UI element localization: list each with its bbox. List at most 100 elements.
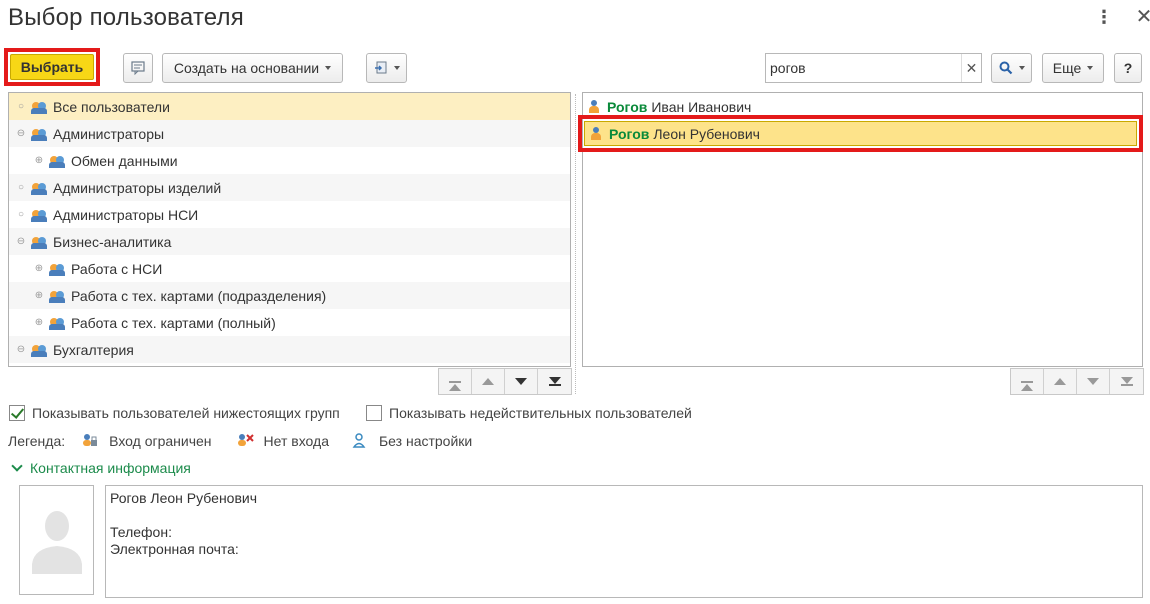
groups-tree[interactable]: ○ Все пользователи ⊖ Администраторы ⊕ Обмен д… [8, 92, 571, 367]
user-photo [19, 485, 94, 595]
tree-item-label: Работа с НСИ [71, 260, 163, 277]
select-button-frame: Выбрать [4, 48, 100, 86]
expand-icon[interactable]: ⊕ [33, 263, 45, 274]
select-button[interactable]: Выбрать [10, 54, 94, 80]
user-group-icon [49, 288, 65, 304]
help-button[interactable]: ? [1114, 53, 1142, 83]
selected-user-row[interactable]: Рогов Леон Рубенович [584, 121, 1137, 146]
move-to-top-button[interactable] [439, 369, 472, 394]
legend-item: Нет входа [236, 433, 329, 449]
legend-item-label: Нет входа [263, 433, 329, 449]
clear-search-icon[interactable]: ✕ [961, 54, 981, 82]
comment-button[interactable] [123, 53, 153, 83]
avatar-placeholder-icon [32, 511, 82, 574]
legend: Легенда: Вход ограничен Нет входа Без на… [8, 433, 472, 449]
tree-item-label: Бизнес-аналитика [53, 233, 172, 250]
tree-item-label: Бухгалтерия [53, 341, 134, 358]
tree-item[interactable]: ⊕ Работа с НСИ [9, 255, 570, 282]
no-setup-icon [351, 433, 369, 449]
more-vert-icon[interactable]: ⋮ [1092, 6, 1116, 30]
tree-item[interactable]: ⊖ Бизнес-аналитика [9, 228, 570, 255]
chevron-down-icon [11, 460, 23, 472]
import-button[interactable] [366, 53, 407, 83]
show-subgroups-label: Показывать пользователей нижестоящих гру… [32, 405, 340, 421]
user-group-icon [31, 342, 47, 358]
move-down-button[interactable] [505, 369, 538, 394]
search-button[interactable] [991, 53, 1032, 83]
user-match-text: Рогов [609, 125, 650, 142]
expand-icon[interactable]: ⊕ [33, 290, 45, 301]
move-up-button[interactable] [472, 369, 505, 394]
create-based-label: Создать на основании [173, 60, 320, 76]
move-to-bottom-button[interactable] [1110, 369, 1143, 394]
user-group-icon [31, 180, 47, 196]
login-restricted-icon [81, 433, 99, 449]
move-to-bottom-button[interactable] [538, 369, 571, 394]
tree-item-label: Администраторы изделий [53, 179, 222, 196]
show-subgroups-option[interactable]: Показывать пользователей нижестоящих гру… [9, 405, 340, 421]
contact-name: Рогов Леон Рубенович [110, 490, 258, 506]
tree-item[interactable]: ○ Администраторы изделий [9, 174, 570, 201]
search-field[interactable]: ✕ [765, 53, 982, 83]
user-group-icon [31, 99, 47, 115]
more-button[interactable]: Еще [1042, 53, 1104, 83]
tree-item[interactable]: ○ Администраторы НСИ [9, 201, 570, 228]
show-invalid-option[interactable]: Показывать недействительных пользователе… [366, 405, 692, 421]
tree-item-label: Обмен данными [71, 152, 178, 169]
legend-item-label: Вход ограничен [109, 433, 212, 449]
tree-item-label: Работа с тех. картами (подразделения) [71, 287, 327, 304]
contact-info-field[interactable]: Рогов Леон Рубенович Телефон: Электронна… [105, 485, 1143, 598]
tree-item[interactable]: ⊖ Администраторы [9, 120, 570, 147]
contact-info-toggle[interactable]: Контактная информация [10, 460, 191, 476]
no-login-icon [236, 433, 254, 449]
user-group-icon [31, 126, 47, 142]
show-subgroups-checkbox[interactable] [9, 405, 25, 421]
tree-item-label: Работа с тех. картами (полный) [71, 314, 276, 331]
close-icon[interactable]: ✕ [1132, 6, 1150, 30]
legend-label: Легенда: [8, 433, 66, 449]
search-icon [999, 61, 1012, 75]
page-title: Выбор пользователя [8, 4, 244, 31]
legend-item: Вход ограничен [81, 433, 212, 449]
move-up-button[interactable] [1044, 369, 1077, 394]
user-match-text: Рогов [607, 98, 648, 115]
user-group-icon [49, 261, 65, 277]
more-label: Еще [1052, 60, 1082, 76]
tree-item[interactable]: ○ Все пользователи [9, 93, 570, 120]
user-group-icon [49, 153, 65, 169]
user-name-text: Иван Иванович [651, 98, 752, 115]
tree-item-label: Все пользователи [53, 98, 170, 115]
selected-user-frame: Рогов Леон Рубенович [578, 115, 1143, 152]
user-icon [589, 99, 599, 114]
tree-item[interactable]: ⊖ Бухгалтерия [9, 336, 570, 363]
groups-nav-bar [438, 368, 572, 395]
expand-icon[interactable]: ⊕ [33, 317, 45, 328]
user-group-icon [31, 234, 47, 250]
tree-item[interactable]: ⊕ Обмен данными [9, 147, 570, 174]
tree-item[interactable]: ⊕ Работа с тех. картами (полный) [9, 309, 570, 336]
tree-item-label: Администраторы [53, 125, 165, 142]
legend-item-label: Без настройки [378, 433, 473, 449]
search-input[interactable] [766, 54, 961, 82]
tree-item-label: Администраторы НСИ [53, 206, 199, 223]
move-down-button[interactable] [1077, 369, 1110, 394]
legend-item: Без настройки [351, 433, 472, 449]
expand-icon[interactable]: ⊕ [33, 155, 45, 166]
users-nav-bar [1010, 368, 1144, 395]
panel-splitter[interactable] [575, 94, 577, 394]
comment-icon [131, 61, 145, 75]
collapse-icon[interactable]: ⊖ [15, 344, 27, 355]
user-group-icon [49, 315, 65, 331]
leaf-marker-icon: ○ [17, 209, 25, 220]
collapse-icon[interactable]: ⊖ [15, 128, 27, 139]
leaf-marker-icon: ○ [17, 182, 25, 193]
user-group-icon [31, 207, 47, 223]
contact-phone-label: Телефон: [110, 524, 172, 540]
show-invalid-checkbox[interactable] [366, 405, 382, 421]
create-based-button[interactable]: Создать на основании [162, 53, 343, 83]
collapse-icon[interactable]: ⊖ [15, 236, 27, 247]
move-to-top-button[interactable] [1011, 369, 1044, 394]
tree-item[interactable]: ⊕ Работа с тех. картами (подразделения) [9, 282, 570, 309]
import-icon [374, 61, 386, 74]
user-name-text: Леон Рубенович [653, 125, 760, 142]
